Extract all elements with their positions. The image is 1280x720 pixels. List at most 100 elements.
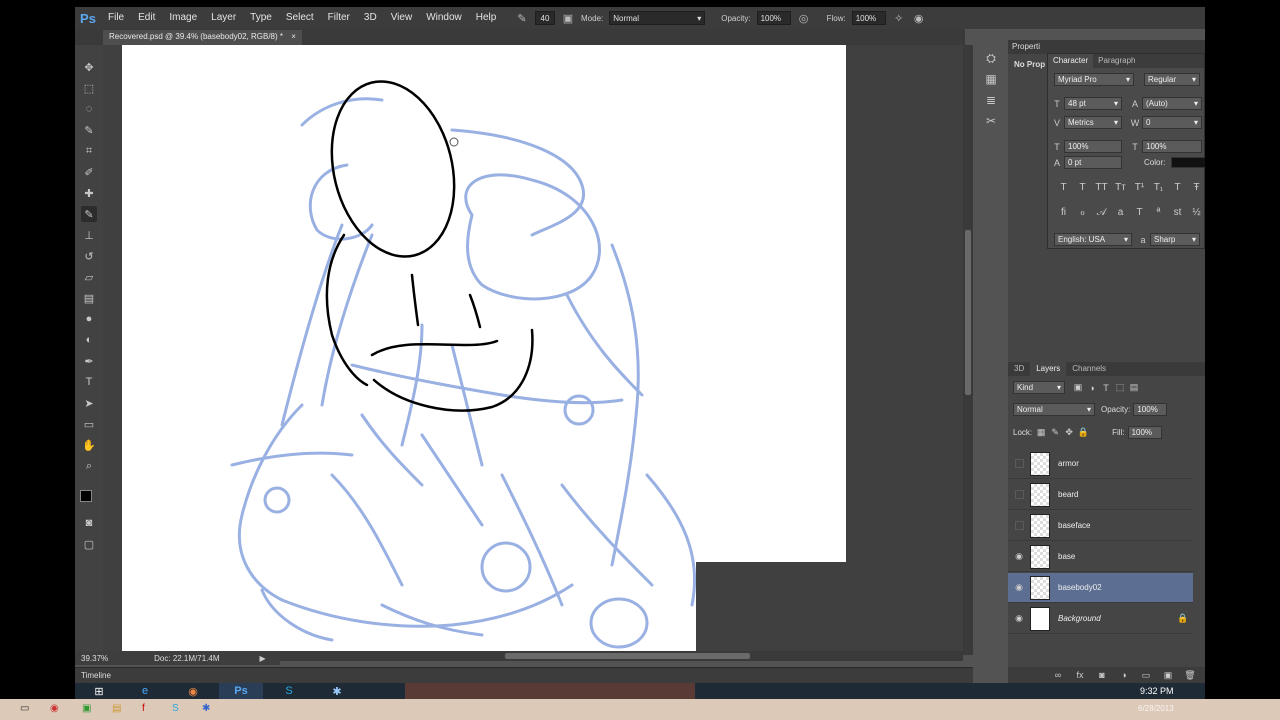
blend-mode-select[interactable]: Normal ▾ — [1013, 403, 1095, 416]
add-mask-icon[interactable]: ◙ — [1095, 670, 1109, 680]
skype-taskbar-icon[interactable]: S — [267, 683, 311, 699]
path-select-tool-icon[interactable]: ➤ — [81, 395, 97, 411]
adjustment-layer-icon[interactable]: ◑ — [1117, 670, 1131, 680]
tab-layers[interactable]: Layers — [1030, 362, 1067, 376]
opacity-input[interactable]: 100% — [756, 11, 791, 25]
kerning-select[interactable]: Metrics ▾ — [1064, 116, 1122, 129]
flash-icon[interactable]: f — [142, 703, 145, 714]
layer-row-beard[interactable]: beard — [1008, 480, 1193, 510]
pen-tool-icon[interactable]: ✒ — [81, 353, 97, 369]
mode-select[interactable]: Normal ▾ — [609, 11, 706, 25]
filter-shape-icon[interactable]: ⬚ — [1113, 382, 1127, 393]
app-taskbar-icon[interactable]: ✱ — [315, 683, 359, 699]
ordinals-icon[interactable]: ª — [1149, 207, 1168, 218]
vertical-scroll-thumb[interactable] — [965, 230, 971, 395]
menu-view[interactable]: View — [384, 7, 420, 29]
play-arrow-icon[interactable]: ▶ — [260, 654, 266, 663]
visibility-toggle[interactable] — [1015, 459, 1024, 468]
blur-tool-icon[interactable]: ● — [81, 311, 97, 327]
lock-position-icon[interactable]: ✥ — [1062, 427, 1076, 438]
menu-edit[interactable]: Edit — [131, 7, 162, 29]
font-style-select[interactable]: Regular ▾ — [1144, 73, 1200, 86]
gradient-tool-icon[interactable]: ▤ — [81, 290, 97, 306]
zoom-level[interactable]: 39.37% — [75, 654, 114, 663]
type-tool-icon[interactable]: T — [81, 374, 97, 390]
layer-row-basebody02[interactable]: ◉ basebody02 — [1008, 573, 1193, 603]
lock-transparent-icon[interactable]: ▦ — [1034, 427, 1048, 438]
document-info[interactable]: Doc: 22.1M/71.4M — [114, 654, 219, 663]
tab-3d[interactable]: 3D — [1008, 362, 1030, 376]
menu-file[interactable]: File — [101, 7, 131, 29]
filter-adjustment-icon[interactable]: ◑ — [1085, 383, 1099, 393]
layer-row-baseface[interactable]: baseface — [1008, 511, 1193, 541]
strikethrough-icon[interactable]: Ŧ — [1187, 182, 1205, 193]
text-color-swatch[interactable] — [1171, 157, 1205, 168]
lasso-tool-icon[interactable]: ◌ — [81, 101, 97, 117]
hand-tool-icon[interactable]: ✋ — [81, 437, 97, 453]
horizontal-scale-input[interactable]: 100% — [1142, 140, 1202, 153]
swash-icon[interactable]: 𝒜 — [1092, 207, 1111, 218]
layer-row-base[interactable]: ◉ base — [1008, 542, 1193, 572]
document-tab[interactable]: Recovered.psd @ 39.4% (basebody02, RGB/8… — [103, 30, 302, 45]
timeline-label[interactable]: Timeline — [81, 671, 111, 680]
horizontal-scroll-thumb[interactable] — [505, 653, 750, 659]
move-tool-icon[interactable]: ✥ — [81, 59, 97, 75]
eye-icon[interactable]: ◉ — [1008, 551, 1030, 562]
chrome-taskbar-icon[interactable]: ◉ — [171, 683, 215, 699]
taskbar-clock[interactable]: 9:32 PM — [1140, 686, 1174, 696]
vertical-scale-input[interactable]: 100% — [1064, 140, 1122, 153]
tab-character[interactable]: Character — [1048, 54, 1094, 68]
subscript-icon[interactable]: T₁ — [1149, 182, 1168, 193]
menu-type[interactable]: Type — [243, 7, 279, 29]
healing-brush-tool-icon[interactable]: ✚ — [81, 185, 97, 201]
canvas-area[interactable] — [103, 45, 965, 651]
marquee-tool-icon[interactable]: ⬚ — [81, 80, 97, 96]
baseline-shift-input[interactable]: 0 pt — [1064, 156, 1122, 169]
history-brush-tool-icon[interactable]: ↺ — [81, 248, 97, 264]
drawing-canvas[interactable] — [122, 45, 846, 651]
language-select[interactable]: English: USA ▾ — [1054, 233, 1132, 246]
new-group-icon[interactable]: ▭ — [1139, 670, 1153, 681]
skype-icon[interactable]: S — [172, 703, 179, 714]
menu-select[interactable]: Select — [279, 7, 321, 29]
lock-all-icon[interactable]: 🔒 — [1076, 427, 1090, 438]
properties-tab[interactable]: Properti — [1008, 40, 1205, 54]
superscript-icon[interactable]: T¹ — [1130, 182, 1149, 193]
airbrush-icon[interactable]: ✧ — [892, 11, 906, 25]
font-family-select[interactable]: Myriad Pro ▾ — [1054, 73, 1134, 86]
new-layer-icon[interactable]: ▣ — [1161, 670, 1175, 681]
layer-row-background[interactable]: ◉ Background 🔒 — [1008, 604, 1193, 634]
history-icon[interactable]: ⛭ — [981, 50, 1001, 66]
properties-icon[interactable]: ≣ — [981, 92, 1001, 108]
link-layers-icon[interactable]: ∞ — [1051, 670, 1065, 680]
tab-channels[interactable]: Channels — [1066, 362, 1112, 376]
photoshop-taskbar-icon[interactable]: Ps — [219, 683, 263, 699]
shape-tool-icon[interactable]: ▭ — [81, 416, 97, 432]
clone-stamp-tool-icon[interactable]: ⊥ — [81, 227, 97, 243]
eye-icon[interactable]: ◉ — [1008, 582, 1030, 593]
quick-select-tool-icon[interactable]: ✎ — [81, 122, 97, 138]
menu-filter[interactable]: Filter — [321, 7, 357, 29]
tools-preset-icon[interactable]: ✂ — [981, 113, 1001, 129]
visibility-toggle[interactable] — [1015, 490, 1024, 499]
lock-image-icon[interactable]: ✎ — [1048, 427, 1062, 438]
vertical-scrollbar[interactable] — [963, 45, 973, 655]
pressure-size-icon[interactable]: ◉ — [912, 11, 926, 25]
chrome-icon[interactable]: ◉ — [50, 703, 59, 714]
font-size-input[interactable]: 48 pt ▾ — [1064, 97, 1122, 110]
ligatures-icon[interactable]: ﬁ — [1054, 207, 1073, 218]
filter-smart-icon[interactable]: ▤ — [1127, 382, 1141, 393]
menu-window[interactable]: Window — [419, 7, 469, 29]
info-icon[interactable]: ▦ — [981, 71, 1001, 87]
visibility-toggle[interactable] — [1015, 521, 1024, 530]
zoom-tool-icon[interactable]: ⌕ — [81, 458, 97, 474]
brush-preset-icon[interactable]: ✎ — [515, 11, 529, 25]
foreground-color-swatch[interactable] — [80, 490, 92, 502]
menu-3d[interactable]: 3D — [357, 7, 384, 29]
stylistic-alt-icon[interactable]: a — [1111, 207, 1130, 218]
dodge-tool-icon[interactable]: ◐ — [81, 332, 97, 348]
trash-icon[interactable]: 🗑 — [1183, 670, 1197, 681]
brush-panel-icon[interactable]: ▣ — [561, 11, 575, 25]
tracking-input[interactable]: 0 ▾ — [1142, 116, 1202, 129]
eyedropper-tool-icon[interactable]: ✐ — [81, 164, 97, 180]
